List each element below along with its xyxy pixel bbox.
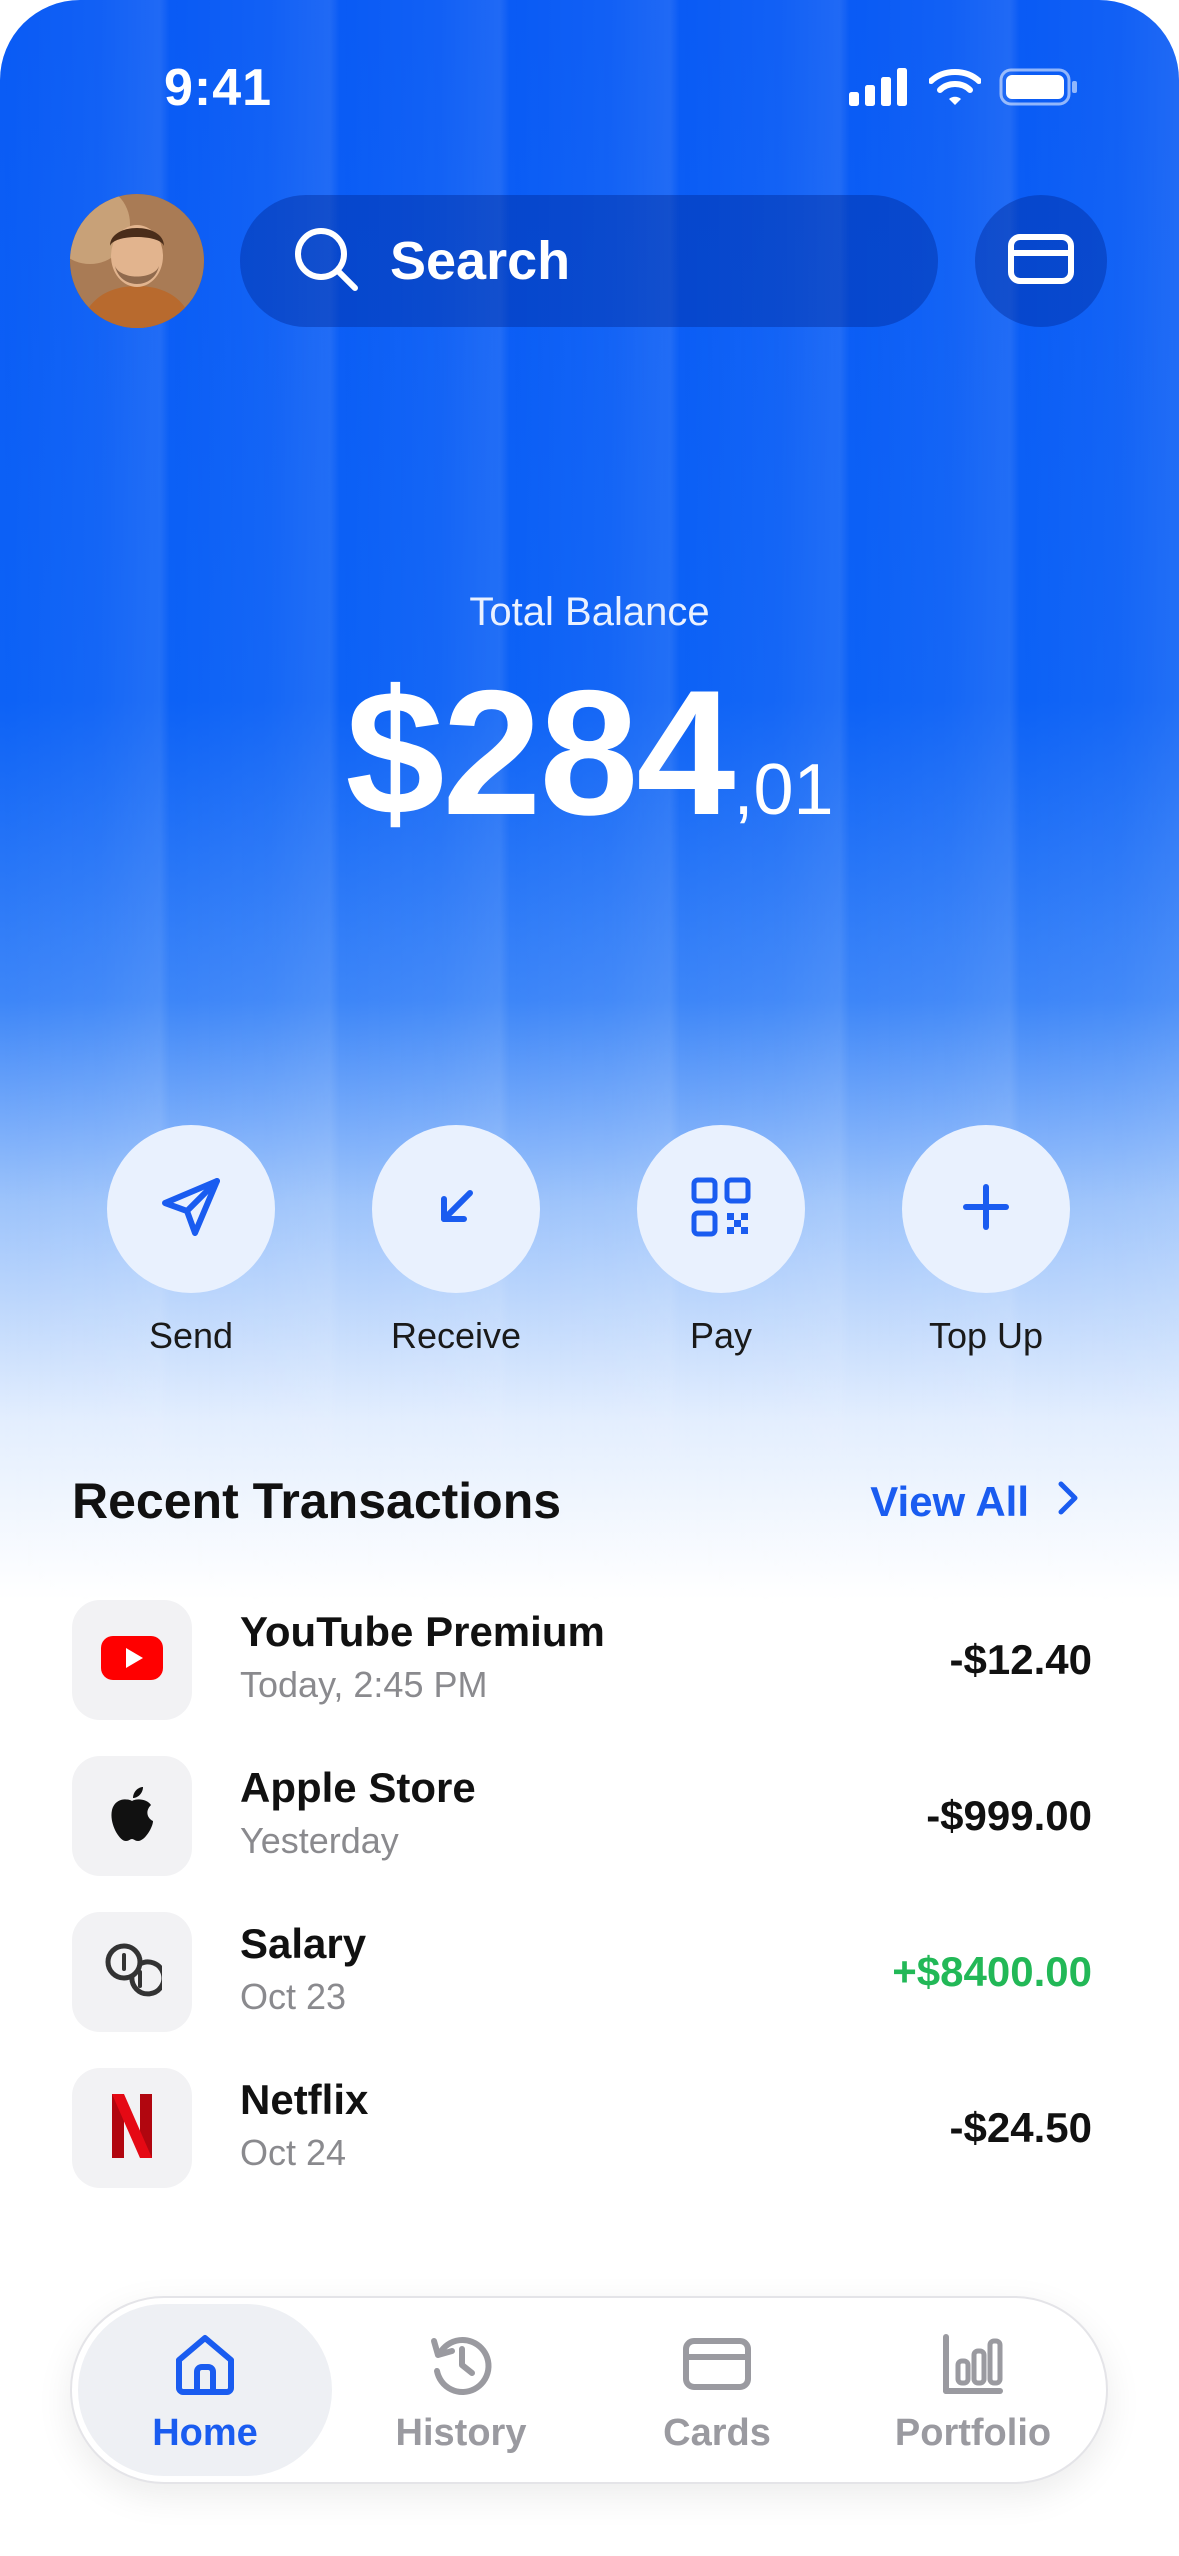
top-up-action[interactable]: Top Up	[886, 1125, 1086, 1357]
transaction-name: Netflix	[240, 2076, 369, 2123]
battery-icon	[999, 68, 1079, 111]
coins-icon	[102, 1940, 167, 2005]
transaction-date: Oct 23	[240, 1976, 347, 2017]
youtube-icon	[101, 1635, 163, 1685]
app-screen: 9:41 Search Total Balance $284,01 Send R…	[0, 0, 1179, 2556]
pay-action[interactable]: Pay	[621, 1125, 821, 1357]
bar-chart-icon	[846, 2328, 1100, 2400]
transaction-amount: -$24.50	[949, 2104, 1092, 2151]
pay-label: Pay	[689, 1315, 753, 1356]
tab-cards[interactable]: Cards	[590, 2304, 844, 2476]
tab-history[interactable]: History	[334, 2304, 588, 2476]
top-up-button[interactable]	[902, 1125, 1070, 1293]
transaction-row[interactable]: YouTube Premium Today, 2:45 PM -$12.40	[72, 1600, 1092, 1720]
send-label: Send	[148, 1315, 234, 1356]
search-bar[interactable]	[240, 195, 938, 327]
transaction-name: Apple Store	[240, 1764, 476, 1811]
transaction-amount: +$8400.00	[892, 1948, 1092, 1995]
view-all-link[interactable]: View All	[870, 1478, 1079, 1526]
transaction-row[interactable]: Salary Oct 23 +$8400.00	[72, 1912, 1092, 2032]
avatar[interactable]	[70, 194, 204, 328]
credit-card-icon	[590, 2328, 844, 2400]
tab-history-label: History	[395, 2412, 527, 2454]
transaction-name: YouTube Premium	[240, 1608, 605, 1655]
netflix-icon	[110, 2093, 154, 2163]
top-up-label: Top Up	[928, 1315, 1044, 1356]
receive-button[interactable]	[372, 1125, 540, 1293]
cards-button[interactable]	[975, 195, 1107, 327]
transaction-date: Yesterday	[240, 1820, 399, 1861]
transaction-date: Today, 2:45 PM	[240, 1664, 488, 1705]
view-all-label: View All	[870, 1478, 1029, 1525]
receive-action[interactable]: Receive	[356, 1125, 556, 1357]
status-time: 9:41	[164, 59, 273, 117]
balance-cents: ,01	[733, 750, 834, 830]
section-title: Recent Transactions	[72, 1473, 562, 1529]
plus-icon	[960, 1181, 1012, 1238]
history-icon	[334, 2328, 588, 2400]
send-icon	[159, 1175, 223, 1244]
apple-icon	[107, 1785, 157, 1848]
transaction-name: Salary	[240, 1920, 367, 1967]
balance-label: Total Balance	[469, 590, 710, 634]
home-icon	[78, 2328, 332, 2400]
search-input[interactable]	[390, 230, 890, 292]
transaction-icon-tile	[72, 2068, 192, 2188]
arrow-down-left-icon	[430, 1181, 482, 1238]
cellular-signal-icon	[849, 68, 911, 111]
tab-portfolio-label: Portfolio	[894, 2412, 1052, 2454]
tab-home[interactable]: Home	[78, 2304, 332, 2476]
receive-label: Receive	[390, 1315, 522, 1356]
send-button[interactable]	[107, 1125, 275, 1293]
send-action[interactable]: Send	[91, 1125, 291, 1357]
transaction-icon-tile	[72, 1912, 192, 2032]
tab-cards-label: Cards	[663, 2412, 771, 2454]
avatar-image	[70, 194, 204, 328]
qr-code-icon	[691, 1177, 751, 1242]
tab-home-label: Home	[152, 2412, 258, 2454]
balance-amount: $284,01	[0, 650, 1179, 855]
pay-button[interactable]	[637, 1125, 805, 1293]
search-icon	[292, 225, 360, 298]
tab-portfolio[interactable]: Portfolio	[846, 2304, 1100, 2476]
wifi-icon	[928, 68, 982, 111]
credit-card-icon	[1008, 233, 1074, 289]
transaction-icon-tile	[72, 1756, 192, 1876]
chevron-right-icon	[1057, 1478, 1079, 1526]
transaction-icon-tile	[72, 1600, 192, 1720]
transaction-row[interactable]: Netflix Oct 24 -$24.50	[72, 2068, 1092, 2188]
transaction-amount: -$999.00	[926, 1792, 1092, 1839]
transaction-amount: -$12.40	[949, 1636, 1092, 1683]
tab-bar: Home History Cards Portfolio	[70, 2296, 1108, 2484]
transaction-date: Oct 24	[240, 2132, 347, 2173]
balance-main: $284	[345, 653, 735, 852]
status-icons	[849, 68, 1079, 111]
transaction-row[interactable]: Apple Store Yesterday -$999.00	[72, 1756, 1092, 1876]
